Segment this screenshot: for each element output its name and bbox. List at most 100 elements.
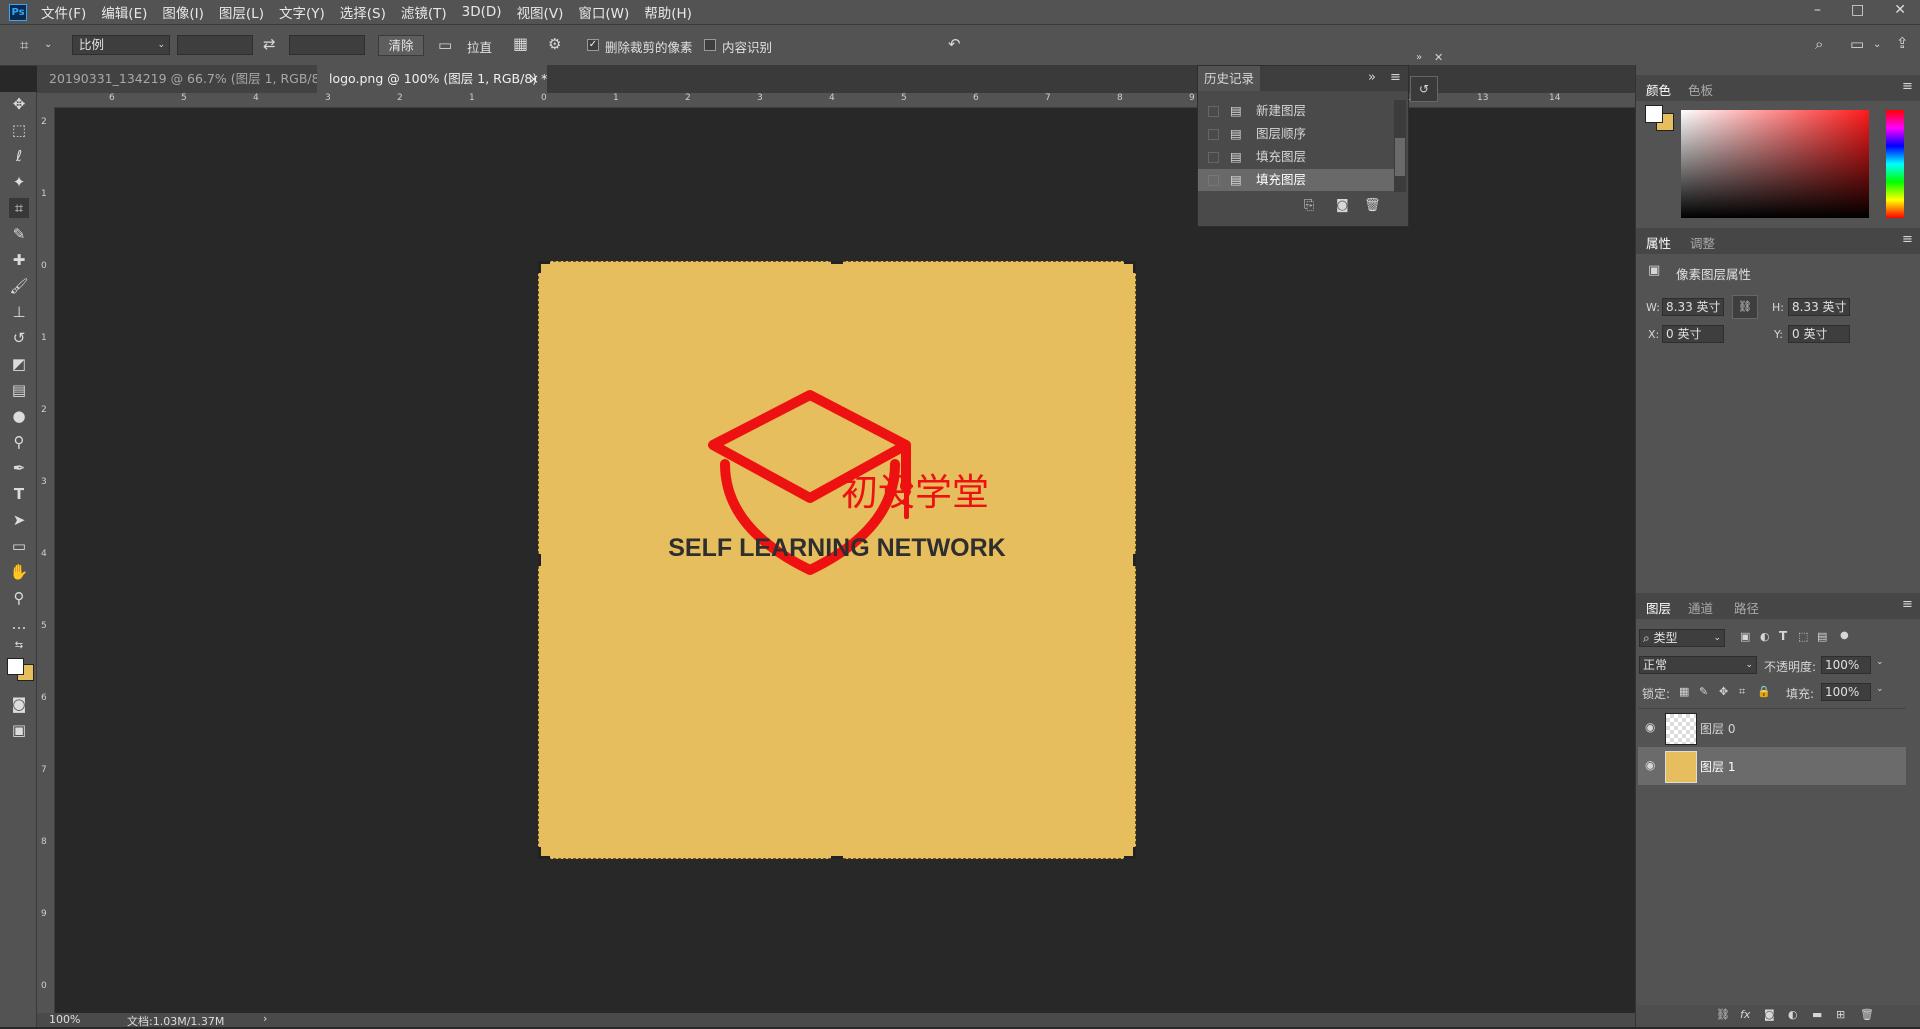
trash-icon[interactable]: 🗑 (1364, 198, 1381, 213)
trash-icon[interactable]: 🗑 (1860, 1008, 1874, 1021)
close-button[interactable]: ✕ (1894, 2, 1906, 18)
search-icon[interactable]: ⌕ (1815, 36, 1823, 52)
workspace-icon[interactable]: ▭ (1850, 36, 1864, 52)
gradient-tool-icon[interactable]: ▤ (9, 380, 29, 400)
menu-type[interactable]: 文字(Y) (279, 2, 325, 22)
quick-mask-icon[interactable]: ◙ (9, 694, 29, 714)
lock-artboard-icon[interactable]: ⌗ (1739, 685, 1745, 699)
type-tool-icon[interactable]: T (9, 484, 29, 504)
menu-help[interactable]: 帮助(H) (644, 2, 692, 22)
link-icon[interactable]: ⛓ (1732, 295, 1758, 319)
straighten-label[interactable]: 拉直 (467, 37, 492, 56)
history-brush-tool-icon[interactable]: ↺ (9, 328, 29, 348)
visibility-eye-icon[interactable]: ◉ (1645, 758, 1655, 772)
menu-3d[interactable]: 3D(D) (462, 4, 502, 20)
close-icon[interactable]: ✕ (1434, 51, 1443, 64)
brush-tool-icon[interactable]: 🖌 (9, 276, 29, 296)
layer-row-selected[interactable]: ◉ 图层 1 (1638, 747, 1906, 785)
path-selection-tool-icon[interactable]: ➤ (9, 510, 29, 530)
crop-handle[interactable] (831, 856, 843, 859)
history-item-selected[interactable]: ▤ 填充图层 (1198, 169, 1394, 191)
width-input[interactable]: 8.33 英寸 (1662, 298, 1724, 316)
menu-layer[interactable]: 图层(L) (219, 2, 264, 22)
tab-layers[interactable]: 图层 (1646, 598, 1671, 617)
fx-icon[interactable]: fx (1740, 1008, 1750, 1021)
history-scrollbar-thumb[interactable] (1395, 138, 1405, 176)
layer-row[interactable]: ◉ 图层 0 (1638, 708, 1906, 747)
chevron-down-icon[interactable]: ⌄ (1876, 684, 1884, 694)
crop-tool-preset-icon[interactable]: ⌗ (20, 37, 28, 53)
status-menu-arrow-icon[interactable]: › (263, 1012, 267, 1025)
ratio-width-input[interactable] (177, 35, 253, 55)
filter-smart-object-icon[interactable]: ▤ (1817, 630, 1827, 643)
history-brush-source-icon[interactable] (1208, 152, 1219, 163)
marquee-tool-icon[interactable]: ⬚ (9, 120, 29, 140)
crop-handle[interactable] (538, 261, 541, 273)
blend-mode-select[interactable]: 正常 ⌄ (1639, 656, 1757, 674)
tab-properties[interactable]: 属性 (1646, 233, 1671, 252)
lock-position-icon[interactable]: ✥ (1719, 685, 1728, 698)
history-brush-source-icon[interactable] (1208, 175, 1219, 186)
history-scrollbar[interactable] (1394, 100, 1406, 192)
layer-name[interactable]: 图层 1 (1700, 758, 1735, 775)
tab-adjustments[interactable]: 调整 (1690, 233, 1715, 252)
filter-adjustment-icon[interactable]: ◐ (1760, 630, 1770, 643)
filter-type-icon[interactable]: T (1779, 629, 1787, 643)
minimize-button[interactable]: – (1814, 2, 1821, 18)
history-panel-icon[interactable]: ↺ (1410, 76, 1438, 102)
group-folder-icon[interactable]: ▬ (1812, 1008, 1822, 1021)
crop-handle[interactable] (538, 847, 541, 859)
chevron-down-icon[interactable]: ⌄ (44, 37, 52, 53)
filter-shape-icon[interactable]: ⬚ (1798, 630, 1808, 643)
eyedropper-tool-icon[interactable]: ✎ (9, 224, 29, 244)
stamp-tool-icon[interactable]: ⊥ (9, 302, 29, 322)
height-input[interactable]: 8.33 英寸 (1788, 298, 1850, 316)
opacity-input[interactable]: 100% (1821, 656, 1871, 674)
fill-input[interactable]: 100% (1821, 683, 1871, 701)
tab-document-1[interactable]: 20190331_134219 @ 66.7% (图层 1, RGB/8) × (37, 65, 339, 93)
y-input[interactable]: 0 英寸 (1788, 325, 1850, 343)
filter-pixel-icon[interactable]: ▣ (1740, 630, 1750, 643)
share-icon[interactable]: ⇪ (1896, 35, 1909, 51)
chevron-down-icon[interactable]: ⌄ (1873, 37, 1881, 53)
lock-transparent-icon[interactable]: ▦ (1679, 685, 1689, 698)
menu-file[interactable]: 文件(F) (41, 2, 86, 22)
history-item[interactable]: ▤ 图层顺序 (1198, 123, 1394, 145)
delete-cropped-checkbox[interactable]: ✓ (587, 39, 599, 51)
crop-handle[interactable] (1133, 554, 1136, 566)
collapse-icon[interactable]: » (1416, 52, 1422, 63)
lock-pixels-icon[interactable]: ✎ (1699, 685, 1708, 698)
hand-tool-icon[interactable]: ✋ (9, 562, 29, 582)
panel-menu-icon[interactable]: ≡ (1902, 597, 1913, 612)
chevron-down-icon[interactable]: ⌄ (1876, 657, 1884, 667)
close-icon[interactable]: × (529, 65, 539, 93)
foreground-color-swatch[interactable] (1645, 105, 1663, 123)
overlay-grid-icon[interactable]: ▦ (513, 36, 528, 52)
ratio-height-input[interactable] (289, 35, 365, 55)
healing-tool-icon[interactable]: ✚ (9, 250, 29, 270)
ratio-select[interactable]: 比例 ⌄ (72, 35, 170, 55)
tab-channels[interactable]: 通道 (1688, 598, 1713, 617)
x-input[interactable]: 0 英寸 (1662, 325, 1724, 343)
dodge-tool-icon[interactable]: ⚲ (9, 432, 29, 452)
zoom-tool-icon[interactable]: ⚲ (9, 588, 29, 608)
crop-frame[interactable] (538, 261, 1136, 859)
lock-all-icon[interactable]: 🔒 (1757, 685, 1771, 698)
filter-toggle-icon[interactable]: ● (1840, 630, 1849, 641)
photoshop-logo[interactable]: Ps (9, 3, 27, 21)
panel-menu-icon[interactable]: ≡ (1902, 79, 1913, 94)
maximize-button[interactable]: □ (1851, 2, 1864, 18)
adjustment-layer-icon[interactable]: ◐ (1788, 1008, 1798, 1021)
collapse-icon[interactable]: » (1368, 70, 1376, 85)
tab-swatches[interactable]: 色板 (1688, 80, 1713, 99)
pen-tool-icon[interactable]: ✒ (9, 458, 29, 478)
layer-filter-select[interactable]: ⌕ 类型 ⌄ (1639, 629, 1725, 647)
zoom-level[interactable]: 100% (49, 1013, 80, 1026)
color-picker-field[interactable] (1681, 110, 1869, 218)
tab-paths[interactable]: 路径 (1734, 598, 1759, 617)
swap-colors-icon[interactable]: ⇆ (9, 636, 29, 656)
undo-icon[interactable]: ↶ (948, 36, 961, 52)
menu-image[interactable]: 图像(I) (162, 2, 204, 22)
tab-color[interactable]: 颜色 (1646, 80, 1671, 99)
history-brush-source-icon[interactable] (1208, 106, 1219, 117)
